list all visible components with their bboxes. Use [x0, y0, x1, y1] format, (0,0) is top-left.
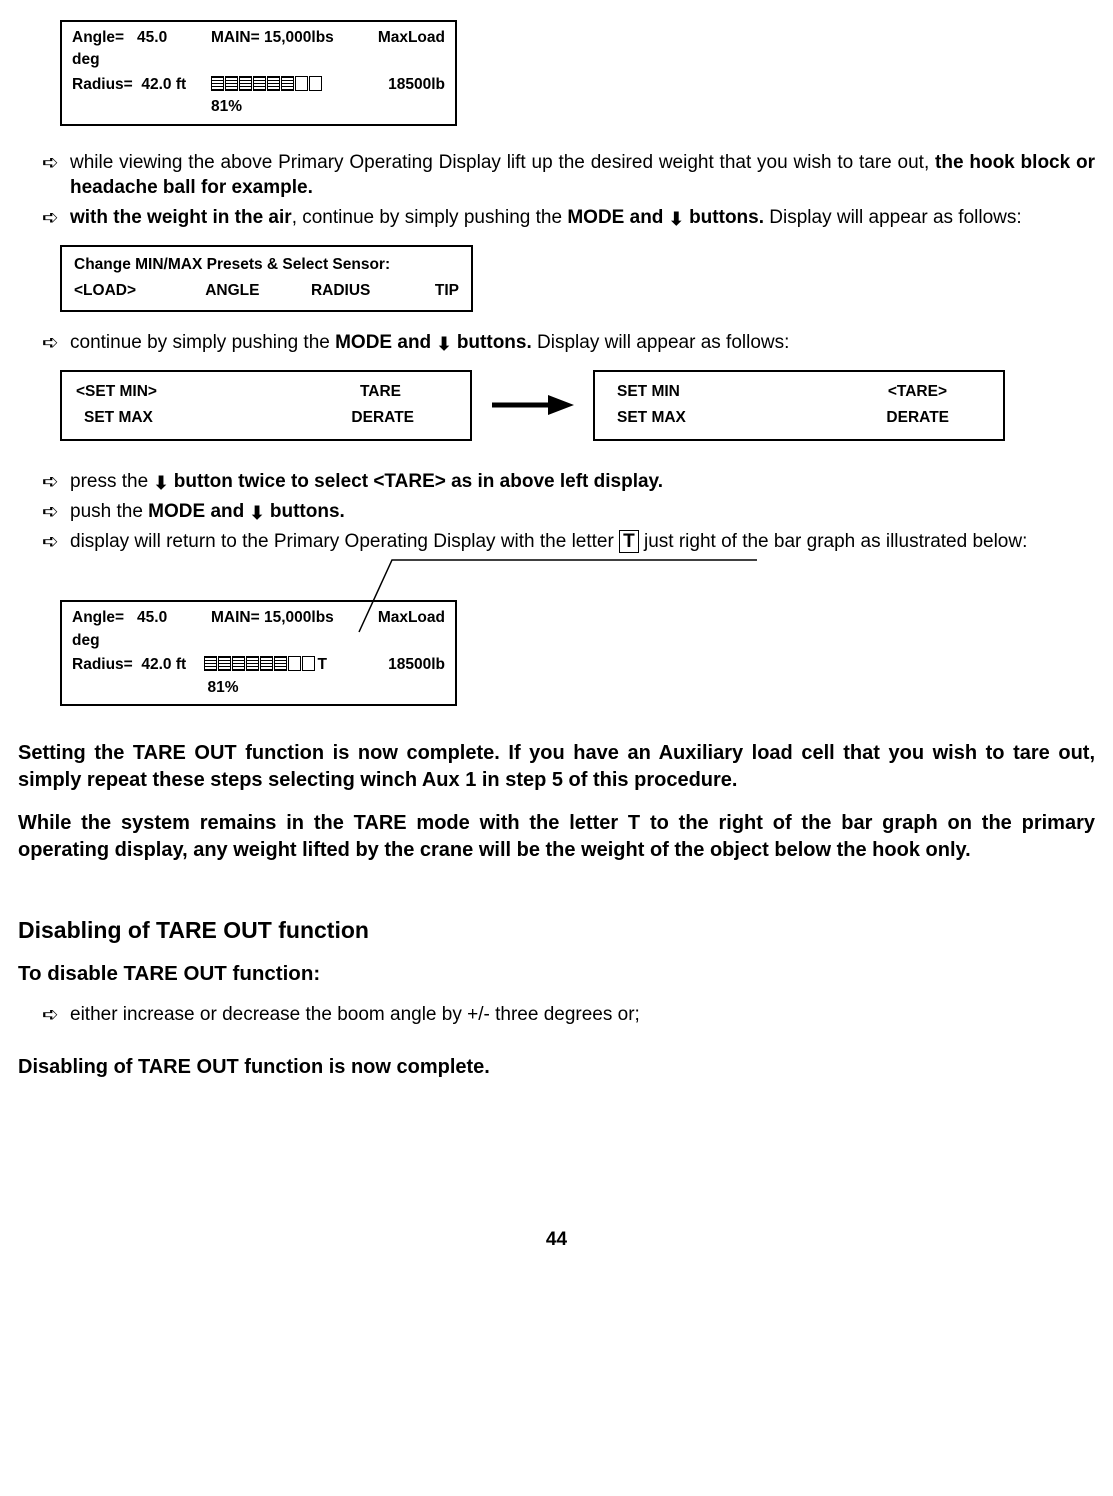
bar-segment — [246, 656, 259, 671]
text: MODE and — [148, 501, 249, 522]
bar-segment — [239, 76, 252, 91]
radius-val: 42.0 ft — [141, 656, 186, 673]
setmax: SET MAX — [76, 405, 153, 431]
derate: DERATE — [886, 405, 989, 431]
main-val: 15,000lbs — [264, 609, 334, 626]
maxload-label: MaxLoad — [365, 607, 445, 652]
down-arrow-icon: ⬇ — [250, 503, 265, 523]
text: buttons. — [684, 207, 764, 228]
display-box-primary-tare: Angle= 45.0 deg MAIN= 15,000lbs MaxLoad … — [60, 600, 457, 706]
list-item: continue by simply pushing the MODE and … — [42, 330, 1095, 356]
heading-disable-sub: To disable TARE OUT function: — [18, 962, 1095, 986]
text: push the — [70, 501, 148, 522]
bar-segment — [281, 76, 294, 91]
arrow-right-icon — [490, 393, 575, 417]
tare: <TARE> — [888, 379, 989, 405]
derate: DERATE — [351, 405, 456, 431]
setmax: SET MAX — [609, 405, 686, 431]
text: , continue by simply pushing the — [292, 207, 568, 228]
angle-label: Angle= — [72, 609, 124, 626]
bar-segment — [218, 656, 231, 671]
angle-label: Angle= — [72, 29, 124, 46]
list-item: push the MODE and ⬇ buttons. — [42, 499, 1095, 525]
bar-segment — [295, 76, 308, 91]
display-box-select-sensor: Change MIN/MAX Presets & Select Sensor: … — [60, 245, 473, 312]
maxload-val: 18500lb — [365, 74, 445, 119]
load: <LOAD> — [74, 280, 164, 302]
text: MODE and — [335, 332, 436, 353]
display-box-primary-1: Angle= 45.0 deg MAIN= 15,000lbs MaxLoad … — [60, 20, 457, 126]
list-item: with the weight in the air, continue by … — [42, 205, 1095, 231]
text: buttons. — [265, 501, 345, 522]
down-arrow-icon: ⬇ — [436, 334, 451, 354]
text: MODE and — [567, 207, 668, 228]
bar-segment — [253, 76, 266, 91]
list-item: press the ⬇ button twice to select <TARE… — [42, 469, 1095, 495]
main-val: 15,000lbs — [264, 29, 334, 46]
text: while viewing the above Primary Operatin… — [70, 152, 935, 173]
text: button twice to select <TARE> as in abov… — [169, 471, 663, 492]
bar-segment — [225, 76, 238, 91]
bar-segment — [232, 656, 245, 671]
maxload-val: 18500lb — [365, 654, 445, 699]
page-number: 44 — [18, 1229, 1095, 1251]
bar-segment — [274, 656, 287, 671]
setmin: <SET MIN> — [76, 379, 157, 405]
text: continue by simply pushing the — [70, 332, 335, 353]
radius-label: Radius= — [72, 76, 133, 93]
para-tare-mode: While the system remains in the TARE mod… — [18, 810, 1095, 864]
tare: TARE — [360, 379, 456, 405]
bar-segment — [260, 656, 273, 671]
text: Display will appear as follows: — [532, 332, 790, 353]
para-complete: Setting the TARE OUT function is now com… — [18, 740, 1095, 794]
bar-segment — [267, 76, 280, 91]
text: with the weight in the air — [70, 207, 292, 228]
box2-title: Change MIN/MAX Presets & Select Sensor: — [74, 254, 459, 276]
bar-segment — [309, 76, 322, 91]
text: press the — [70, 471, 153, 492]
main-label: MAIN= — [211, 29, 260, 46]
down-arrow-icon: ⬇ — [669, 209, 684, 229]
radius-label: Radius= — [72, 656, 133, 673]
list-item: display will return to the Primary Opera… — [42, 529, 1095, 554]
bar-segment — [302, 656, 315, 671]
bar-segment — [288, 656, 301, 671]
text: just right of the bar graph as illustrat… — [639, 531, 1028, 552]
display-box-setmin-tare: <SET MIN> TARE SET MAX DERATE — [60, 370, 472, 441]
heading-disable: Disabling of TARE OUT function — [18, 917, 1095, 944]
list-item: while viewing the above Primary Operatin… — [42, 150, 1095, 201]
para-disable-complete: Disabling of TARE OUT function is now co… — [18, 1056, 1095, 1079]
tip: TIP — [409, 280, 459, 302]
main-label: MAIN= — [211, 609, 260, 626]
t-letter-inline: T — [619, 530, 639, 553]
percent: 81% — [208, 679, 239, 696]
radius: RADIUS — [301, 280, 381, 302]
radius-val: 42.0 ft — [141, 76, 186, 93]
down-arrow-icon: ⬇ — [153, 473, 168, 493]
bar-segment — [211, 76, 224, 91]
t-letter: T — [318, 656, 327, 673]
text: buttons. — [452, 332, 532, 353]
setmin: SET MIN — [609, 379, 680, 405]
text: display will return to the Primary Opera… — [70, 531, 619, 552]
percent: 81% — [211, 98, 242, 115]
angle: ANGLE — [192, 280, 272, 302]
display-box-tare-selected: SET MIN <TARE> SET MAX DERATE — [593, 370, 1005, 441]
bar-segment — [204, 656, 217, 671]
text: Display will appear as follows: — [764, 207, 1022, 228]
maxload-label: MaxLoad — [365, 27, 445, 72]
list-item: either increase or decrease the boom ang… — [42, 1002, 1095, 1027]
